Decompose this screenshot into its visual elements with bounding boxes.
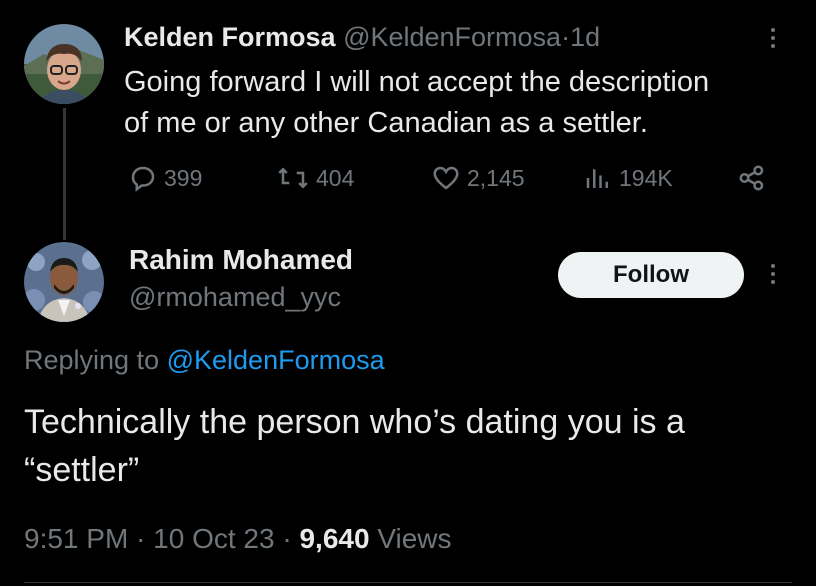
views-action[interactable]: 194K [583,163,673,193]
share-action[interactable] [737,163,767,193]
reply-author-name[interactable]: Rahim Mohamed [129,244,353,276]
reply-view-count: 9,640 [299,523,370,554]
tweet-header: Kelden Formosa @KeldenFormosa·1d [124,22,600,53]
thread-line [63,108,66,240]
reply-action[interactable]: 399 [128,163,202,193]
avatar-kelden[interactable] [24,24,104,104]
follow-button[interactable]: Follow [558,252,744,298]
replying-to-handle[interactable]: @KeldenFormosa [167,345,385,375]
tweet-text-line1: Going forward I will not accept the desc… [124,66,710,98]
reply-more-icon[interactable] [771,264,775,284]
reply-time[interactable]: 9:51 PM [24,523,128,554]
bottom-divider [24,582,792,583]
tweet-more-icon[interactable] [771,28,775,48]
repost-action[interactable]: 404 [276,163,354,193]
reply-text-line2: “settler” [24,451,140,489]
replying-to: Replying to @KeldenFormosa [24,345,385,376]
reply-date[interactable]: 10 Oct 23 [153,523,274,554]
replying-to-prefix: Replying to [24,345,160,375]
tweet-text-line2: of me or any other Canadian as a settler… [124,107,648,139]
reply-meta: 9:51 PM · 10 Oct 23 · 9,640 Views [24,523,452,555]
repost-count: 404 [316,164,355,191]
tweet-text: Going forward I will not accept the desc… [124,62,709,144]
reply-count: 399 [164,164,203,191]
reply-icon [131,166,155,192]
tweet-age[interactable]: 1d [570,22,600,52]
reply-author-handle[interactable]: @rmohamed_yyc [129,282,341,313]
like-icon [433,166,459,190]
header-separator: · [561,22,571,52]
avatar-rahim[interactable] [24,242,104,322]
meta-dot-1: · [136,523,146,554]
avatar-rahim-image [24,242,104,322]
repost-icon [278,167,308,189]
like-count: 2,145 [467,164,525,191]
share-icon [739,165,764,191]
author-handle[interactable]: @KeldenFormosa [343,22,561,52]
reply-text-line1: Technically the person who’s dating you … [24,403,685,441]
author-name[interactable]: Kelden Formosa [124,22,336,52]
views-count: 194K [619,164,673,191]
avatar-kelden-image [24,24,104,104]
reply-text: Technically the person who’s dating you … [24,398,685,494]
meta-dot-2: · [282,523,292,554]
reply-views-label: Views [377,523,452,554]
views-icon [586,169,608,188]
like-action[interactable]: 2,145 [431,163,525,193]
